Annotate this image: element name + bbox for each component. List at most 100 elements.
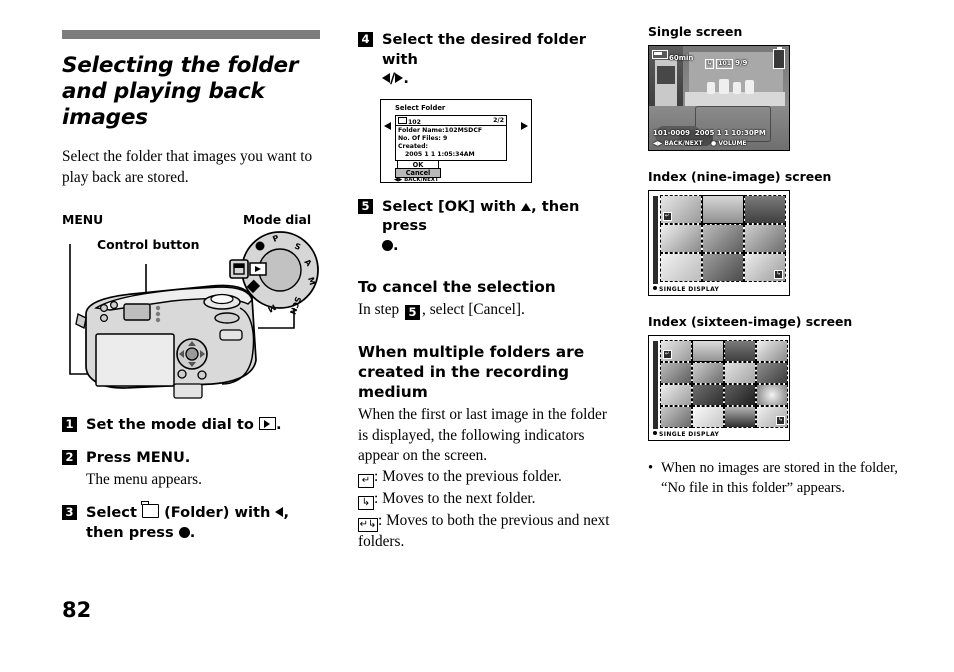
next-folder-arrow-icon[interactable]: [521, 121, 528, 130]
index-nine-grid: ↵ ↳: [660, 195, 786, 282]
index-cell[interactable]: [692, 406, 724, 428]
previous-folder-icon: ↵: [663, 212, 672, 221]
osd-battery-time: 60min: [652, 50, 693, 63]
folder-icon: [141, 501, 160, 518]
dialog-body: 102 2/2 Folder Name:102MSDCF No. Of File…: [395, 114, 507, 161]
index-cell[interactable]: ↳: [756, 406, 788, 428]
no-images-note: When no images are stored in the folder,…: [648, 459, 900, 498]
left-arrow-icon: [382, 73, 390, 83]
previous-folder-icon: ↵: [358, 474, 374, 489]
step-number: 1: [62, 417, 77, 432]
step-3: 3 Select (Folder) with , then press .: [62, 501, 324, 542]
index-footer-hint: SINGLE DISPLAY: [653, 286, 719, 293]
step-number: 2: [62, 449, 77, 465]
header-rule: [62, 30, 320, 39]
step-number: 5: [358, 198, 373, 214]
dialog-title: Select Folder: [395, 103, 446, 112]
center-dot-icon: [653, 286, 657, 290]
osd-file-and-date: 101-0009 2005 1 1 10:30PM: [653, 129, 766, 137]
no-of-files-line: No. Of Files: 9: [398, 134, 448, 142]
index-cell[interactable]: [744, 195, 786, 224]
index-cell[interactable]: [702, 195, 744, 224]
index-cell[interactable]: [756, 384, 788, 406]
battery-level-icon: [773, 47, 785, 69]
step-2-text: Press MENU.: [86, 448, 191, 466]
index-scrollbar[interactable]: [653, 196, 658, 284]
label-mode-dial: Mode dial: [243, 212, 312, 227]
step-2: 2 Press MENU. The menu appears.: [62, 448, 324, 491]
folder-counter: 2/2: [493, 116, 504, 124]
index-cell[interactable]: [660, 362, 692, 384]
index-sixteen-heading: Index (sixteen-image) screen: [648, 314, 853, 329]
index-cell[interactable]: [660, 406, 692, 428]
index-cell[interactable]: [724, 362, 756, 384]
playback-icon: [258, 417, 276, 430]
index-nine-heading: Index (nine-image) screen: [648, 169, 832, 184]
osd-hint-volume: ● VOLUME: [711, 140, 747, 147]
step-number: 4: [358, 32, 373, 47]
step-4: 4 Select the desired folder with /.: [358, 30, 620, 89]
index-cell[interactable]: [756, 340, 788, 362]
multiple-folders-body: When the first or last image in the fold…: [358, 406, 607, 464]
step-4-text: Select the desired folder with: [382, 31, 586, 68]
cancel-body-after: , select [Cancel].: [422, 301, 525, 318]
next-folder-icon: ↳: [358, 496, 374, 511]
index-footer-hint: SINGLE DISPLAY: [653, 431, 719, 438]
index-cell[interactable]: [692, 384, 724, 406]
inline-step-number: 5: [405, 305, 421, 320]
index-cell[interactable]: [660, 224, 702, 253]
page-number: 82: [62, 598, 92, 622]
next-folder-icon: ↳: [776, 416, 785, 425]
cancel-body-before: In step: [358, 301, 400, 318]
index-cell[interactable]: ↳: [744, 253, 786, 282]
index-cell[interactable]: ↵: [660, 340, 692, 362]
both-folders-icon: ↵↳: [358, 518, 378, 533]
previous-folder-icon: ↵: [663, 350, 672, 359]
created-label: Created:: [398, 142, 429, 150]
cancel-selection-body: In step 5, select [Cancel].: [358, 300, 620, 320]
step-5-text-a: Select [OK] with: [382, 197, 517, 215]
index-cell[interactable]: [724, 384, 756, 406]
single-screen-preview: 60min ↳ 101 9/9 101-0009 2005 1 1 10:30PM …: [648, 45, 790, 151]
step-4-text-end: .: [403, 70, 409, 87]
index-cell[interactable]: ↵: [660, 195, 702, 224]
prev-folder-arrow-icon[interactable]: [384, 121, 391, 130]
index-nine-preview: ↵ ↳ SINGLE DISPLAY: [648, 190, 790, 296]
middle-column: 4 Select the desired folder with /. Sele…: [358, 0, 620, 552]
index-cell[interactable]: [724, 406, 756, 428]
step-5-text-c: .: [393, 236, 399, 254]
cancel-selection-heading: To cancel the selection: [358, 278, 556, 296]
label-menu: MENU: [62, 212, 104, 227]
index-cell[interactable]: [724, 340, 756, 362]
index-cell[interactable]: [702, 224, 744, 253]
single-screen-heading: Single screen: [648, 24, 743, 39]
index-cell[interactable]: [660, 253, 702, 282]
index-cell[interactable]: [702, 253, 744, 282]
dialog-details: Folder Name:102MSDCF No. Of Files: 9 Cre…: [396, 126, 506, 161]
index-cell[interactable]: [744, 224, 786, 253]
page-title: Selecting the folder and playing back im…: [62, 53, 299, 130]
indicator-previous-folder: ↵: Moves to the previous folder.: [358, 467, 620, 489]
osd-hint-back-next: ◀▶ BACK/NEXT: [653, 140, 703, 147]
step-number: 3: [62, 505, 77, 520]
manual-page: Selecting the folder and playing back im…: [0, 0, 954, 672]
folder-badge: 101: [716, 59, 734, 69]
step-2-subtext: The menu appears.: [86, 471, 202, 488]
folder-number: 102: [398, 116, 421, 127]
osd-folder-counter: ↳ 101 9/9: [705, 59, 748, 69]
step-1: 1 Set the mode dial to .: [62, 415, 324, 435]
next-folder-icon: ↳: [705, 59, 715, 69]
center-dot-icon: [382, 239, 393, 251]
index-cell[interactable]: [692, 340, 724, 362]
intro-paragraph: Select the folder that images you want t…: [62, 148, 313, 186]
index-cell[interactable]: [756, 362, 788, 384]
left-column: Selecting the folder and playing back im…: [62, 0, 324, 542]
multiple-folders-heading: When multiple folders are created in the…: [358, 343, 585, 402]
select-folder-dialog: Select Folder 102 2/2 Folder Name:102MSD…: [380, 98, 532, 183]
index-scrollbar[interactable]: [653, 341, 658, 429]
right-column: Single screen 60min ↳ 101 9/9 101-0009 2…: [648, 24, 900, 513]
folder-name-line: Folder Name:102MSDCF: [398, 126, 483, 134]
index-cell[interactable]: [660, 384, 692, 406]
index-cell[interactable]: [692, 362, 724, 384]
indicator-next-folder: ↳: Moves to the next folder.: [358, 489, 620, 511]
